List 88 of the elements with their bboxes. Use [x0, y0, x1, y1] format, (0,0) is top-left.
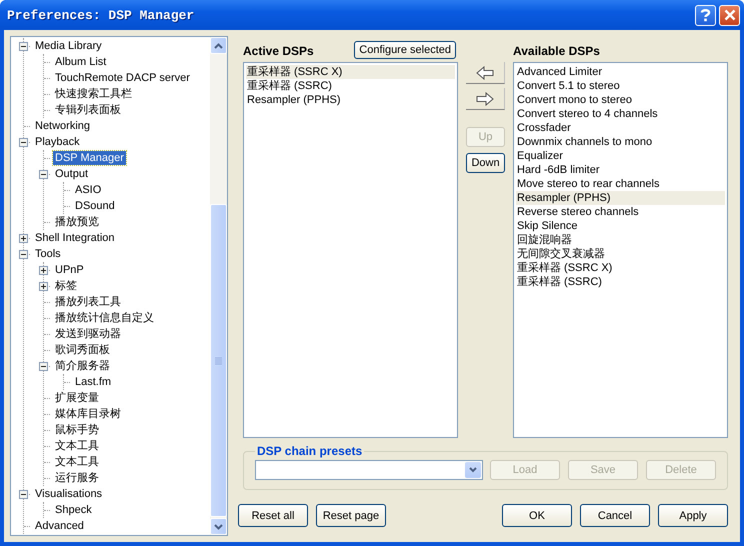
presets-title: DSP chain presets — [256, 444, 364, 458]
tree-item[interactable]: 快速搜索工具栏 — [53, 87, 134, 101]
tree-item[interactable]: 标签 — [53, 279, 79, 293]
list-item[interactable]: Crossfader — [516, 121, 725, 135]
right-arrow-icon — [476, 92, 494, 106]
scrollbar-track[interactable] — [210, 37, 227, 535]
chevron-down-icon — [469, 467, 477, 473]
list-item[interactable]: Advanced Limiter — [516, 65, 725, 79]
window-title: Preferences: DSP Manager — [7, 8, 194, 22]
list-item[interactable]: Convert stereo to 4 channels — [516, 107, 725, 121]
tree-item[interactable]: 简介服务器 — [53, 359, 112, 373]
list-item[interactable]: Resampler (PPHS) — [246, 93, 455, 107]
footer-button[interactable]: Reset all — [238, 504, 308, 527]
tree-item[interactable]: ASIO — [73, 183, 104, 197]
list-item[interactable]: Move stereo to rear channels — [516, 177, 725, 191]
list-item[interactable]: 重采样器 (SSRC X) — [246, 65, 455, 79]
close-icon — [724, 9, 736, 21]
list-item[interactable]: Skip Silence — [516, 219, 725, 233]
list-item[interactable]: 重采样器 (SSRC) — [246, 79, 455, 93]
scroll-down-button[interactable] — [210, 518, 227, 535]
footer-button[interactable]: Apply — [658, 504, 728, 527]
tree-item[interactable]: 运行服务 — [53, 471, 101, 485]
chevron-up-icon — [214, 42, 223, 48]
list-item[interactable]: Equalizer — [516, 149, 725, 163]
order-button[interactable]: Down — [466, 153, 505, 173]
left-arrow-icon — [476, 66, 494, 80]
collapse-icon[interactable] — [19, 42, 28, 50]
scroll-up-button[interactable] — [210, 37, 227, 54]
tree-item[interactable]: 歌词秀面板 — [53, 343, 112, 357]
configure-selected-button[interactable]: Configure selected — [354, 41, 456, 59]
expand-icon[interactable] — [39, 266, 48, 274]
tree-item[interactable]: Shell Integration — [33, 231, 116, 245]
list-item[interactable]: Hard -6dB limiter — [516, 163, 725, 177]
list-item[interactable]: 重采样器 (SSRC X) — [516, 261, 725, 275]
tree-item[interactable]: 发送到驱动器 — [53, 327, 123, 341]
tree-item[interactable]: 播放列表工具 — [53, 295, 123, 309]
tree-item[interactable]: Playback — [33, 135, 82, 149]
tree-item[interactable]: 媒体库目录树 — [53, 407, 123, 421]
tree-item[interactable]: 专辑列表面板 — [53, 103, 123, 117]
expand-icon[interactable] — [19, 234, 28, 242]
tree-item[interactable]: 播放预览 — [53, 215, 101, 229]
list-item[interactable]: Reverse stereo channels — [516, 205, 725, 219]
tree-item[interactable]: Last.fm — [73, 375, 114, 389]
available-dsps-list[interactable] — [513, 62, 728, 438]
help-icon — [699, 8, 712, 22]
list-item[interactable]: Convert mono to stereo — [516, 93, 725, 107]
list-item[interactable]: Convert 5.1 to stereo — [516, 79, 725, 93]
preset-combo[interactable] — [255, 460, 483, 480]
tree-item[interactable]: Media Library — [33, 39, 104, 53]
tree-item[interactable]: Album List — [53, 55, 108, 69]
close-button[interactable] — [719, 4, 740, 26]
tree-item[interactable]: Advanced — [33, 519, 86, 533]
scrollbar-thumb[interactable] — [210, 204, 227, 517]
tree-item[interactable]: Output — [53, 167, 90, 181]
list-item[interactable]: 重采样器 (SSRC) — [516, 275, 725, 289]
tree-item[interactable]: TouchRemote DACP server — [53, 71, 192, 85]
tree-item[interactable]: Shpeck — [53, 503, 94, 517]
collapse-icon[interactable] — [39, 170, 48, 178]
list-item[interactable]: Downmix channels to mono — [516, 135, 725, 149]
available-dsps-label: Available DSPs — [513, 44, 600, 58]
collapse-icon[interactable] — [19, 138, 28, 146]
footer-button[interactable]: Cancel — [580, 504, 650, 527]
tree-item[interactable]: 播放统计信息自定义 — [53, 311, 156, 325]
tree-item[interactable]: 鼠标手势 — [53, 423, 101, 437]
collapse-icon[interactable] — [39, 362, 48, 370]
grip-icon — [215, 356, 222, 364]
tree-item[interactable]: 文本工具 — [53, 455, 101, 469]
active-dsps-label: Active DSPs — [243, 44, 314, 58]
chevron-down-icon — [214, 524, 223, 530]
active-dsps-list[interactable]: 重采样器 (SSRC X) 重采样器 (SSRC) Resampler (PPHS) — [243, 62, 458, 438]
list-item[interactable]: Resampler (PPHS) — [516, 191, 725, 205]
tree-item[interactable]: 扩展变量 — [53, 391, 101, 405]
tree-item[interactable]: DSound — [73, 199, 117, 213]
tree-item[interactable]: Visualisations — [33, 487, 104, 501]
help-button[interactable] — [695, 4, 716, 26]
expand-icon[interactable] — [39, 282, 48, 290]
tree-item[interactable]: Tools — [33, 247, 63, 261]
tree-item[interactable]: DSP Manager — [53, 151, 126, 165]
collapse-icon[interactable] — [19, 490, 28, 498]
tree-item[interactable]: UPnP — [53, 263, 86, 277]
footer-button[interactable]: Reset page — [316, 504, 386, 527]
collapse-icon[interactable] — [19, 250, 28, 258]
list-item[interactable]: 回旋混响器 — [516, 233, 725, 247]
list-item[interactable]: 无间隙交叉衰减器 — [516, 247, 725, 261]
tree-item[interactable]: 文本工具 — [53, 439, 101, 453]
dropdown-button[interactable] — [465, 462, 481, 478]
footer-button[interactable]: OK — [502, 504, 572, 527]
tree-item[interactable]: Networking — [33, 119, 92, 133]
